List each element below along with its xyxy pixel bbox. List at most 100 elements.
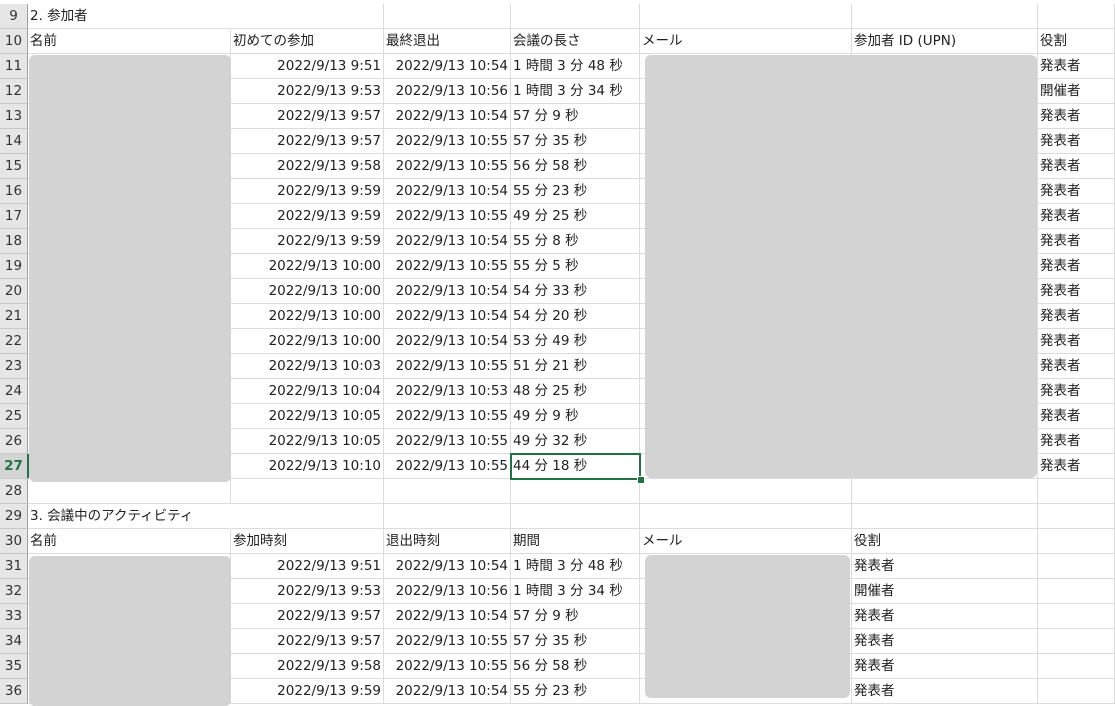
role-cell[interactable]: 発表者 [852,604,1038,629]
spreadsheet-grid[interactable]: 9 2. 参加者 10 名前 初めての参加 最終退出 会議の長さ メール 参加者 ID (UPN… [0,0,1115,706]
leave-time-cell[interactable]: 2022/9/13 10:54 [384,554,511,579]
first-join-cell[interactable]: 2022/9/13 10:03 [231,354,384,379]
duration-cell[interactable]: 1 時間 3 分 34 秒 [511,79,640,104]
cell[interactable] [1038,4,1115,29]
join-time-cell[interactable]: 2022/9/13 9:57 [231,604,384,629]
row-header[interactable]: 15 [0,154,28,179]
column-header[interactable]: 名前 [28,29,231,54]
row-header[interactable]: 31 [0,554,28,579]
role-cell[interactable]: 開催者 [852,579,1038,604]
column-header[interactable]: 役割 [1038,29,1115,54]
row-header[interactable]: 10 [0,29,28,54]
row-header[interactable]: 22 [0,329,28,354]
last-leave-cell[interactable]: 2022/9/13 10:55 [384,354,511,379]
leave-time-cell[interactable]: 2022/9/13 10:54 [384,604,511,629]
row-header[interactable]: 20 [0,279,28,304]
duration-cell[interactable]: 1 時間 3 分 48 秒 [511,554,640,579]
duration-cell[interactable]: 55 分 8 秒 [511,229,640,254]
role-cell[interactable]: 発表者 [1038,229,1115,254]
cell[interactable] [384,504,511,529]
role-cell[interactable]: 発表者 [1038,179,1115,204]
duration-cell[interactable]: 53 分 49 秒 [511,329,640,354]
role-cell[interactable]: 発表者 [1038,204,1115,229]
duration-cell[interactable]: 49 分 9 秒 [511,404,640,429]
cell[interactable] [1038,504,1115,529]
column-header[interactable]: 退出時刻 [384,529,511,554]
column-header[interactable]: 最終退出 [384,29,511,54]
duration-cell[interactable]: 55 分 5 秒 [511,254,640,279]
column-header[interactable]: メール [640,529,852,554]
role-cell[interactable]: 発表者 [1038,304,1115,329]
duration-cell[interactable]: 54 分 20 秒 [511,304,640,329]
first-join-cell[interactable]: 2022/9/13 10:10 [231,454,384,479]
cell[interactable] [640,4,852,29]
row-header[interactable]: 30 [0,529,28,554]
role-cell[interactable]: 発表者 [1038,154,1115,179]
first-join-cell[interactable]: 2022/9/13 10:00 [231,304,384,329]
row-header[interactable]: 16 [0,179,28,204]
column-header[interactable]: 名前 [28,529,231,554]
row-header[interactable]: 36 [0,679,28,704]
duration-cell[interactable]: 49 分 25 秒 [511,204,640,229]
cell[interactable] [852,479,1038,504]
first-join-cell[interactable]: 2022/9/13 10:00 [231,329,384,354]
first-join-cell[interactable]: 2022/9/13 9:51 [231,54,384,79]
last-leave-cell[interactable]: 2022/9/13 10:54 [384,229,511,254]
first-join-cell[interactable]: 2022/9/13 9:57 [231,129,384,154]
leave-time-cell[interactable]: 2022/9/13 10:55 [384,629,511,654]
section-title[interactable]: 2. 参加者 [28,4,230,29]
role-cell[interactable]: 発表者 [1038,454,1115,479]
cell[interactable] [1038,529,1115,554]
row-header[interactable]: 19 [0,254,28,279]
duration-cell[interactable]: 48 分 25 秒 [511,379,640,404]
duration-cell[interactable]: 55 分 23 秒 [511,179,640,204]
first-join-cell[interactable]: 2022/9/13 10:04 [231,379,384,404]
duration-cell[interactable]: 57 分 35 秒 [511,629,640,654]
column-header[interactable]: 参加者 ID (UPN) [852,29,1038,54]
role-cell[interactable]: 発表者 [1038,104,1115,129]
cell[interactable] [1038,579,1115,604]
cell[interactable] [1038,604,1115,629]
cell[interactable] [1038,629,1115,654]
row-header[interactable]: 11 [0,54,28,79]
row-header[interactable]: 32 [0,579,28,604]
role-cell[interactable]: 発表者 [1038,329,1115,354]
first-join-cell[interactable]: 2022/9/13 10:00 [231,254,384,279]
row-header[interactable]: 14 [0,129,28,154]
duration-cell[interactable]: 57 分 9 秒 [511,604,640,629]
duration-cell[interactable]: 56 分 58 秒 [511,654,640,679]
row-header[interactable]: 28 [0,479,28,504]
duration-cell[interactable]: 1 時間 3 分 48 秒 [511,54,640,79]
row-header[interactable]: 13 [0,104,28,129]
last-leave-cell[interactable]: 2022/9/13 10:55 [384,204,511,229]
row-header[interactable]: 34 [0,629,28,654]
first-join-cell[interactable]: 2022/9/13 9:59 [231,179,384,204]
cell[interactable] [852,4,1038,29]
last-leave-cell[interactable]: 2022/9/13 10:54 [384,104,511,129]
role-cell[interactable]: 発表者 [852,554,1038,579]
leave-time-cell[interactable]: 2022/9/13 10:54 [384,679,511,704]
last-leave-cell[interactable]: 2022/9/13 10:55 [384,254,511,279]
column-header[interactable]: 会議の長さ [511,29,640,54]
last-leave-cell[interactable]: 2022/9/13 10:54 [384,54,511,79]
row-header[interactable]: 9 [0,4,28,29]
role-cell[interactable]: 発表者 [852,654,1038,679]
role-cell[interactable]: 発表者 [1038,129,1115,154]
row-header[interactable]: 33 [0,604,28,629]
first-join-cell[interactable]: 2022/9/13 9:59 [231,229,384,254]
first-join-cell[interactable]: 2022/9/13 10:00 [231,279,384,304]
join-time-cell[interactable]: 2022/9/13 9:59 [231,679,384,704]
join-time-cell[interactable]: 2022/9/13 9:51 [231,554,384,579]
row-header[interactable]: 29 [0,504,28,529]
last-leave-cell[interactable]: 2022/9/13 10:53 [384,379,511,404]
first-join-cell[interactable]: 2022/9/13 10:05 [231,429,384,454]
row-header[interactable]: 12 [0,79,28,104]
cell[interactable] [1038,679,1115,704]
role-cell[interactable]: 発表者 [1038,354,1115,379]
duration-cell[interactable]: 54 分 33 秒 [511,279,640,304]
cell[interactable] [511,4,640,29]
row-header[interactable]: 27 [0,454,29,479]
last-leave-cell[interactable]: 2022/9/13 10:55 [384,154,511,179]
last-leave-cell[interactable]: 2022/9/13 10:54 [384,329,511,354]
duration-cell[interactable]: 57 分 9 秒 [511,104,640,129]
